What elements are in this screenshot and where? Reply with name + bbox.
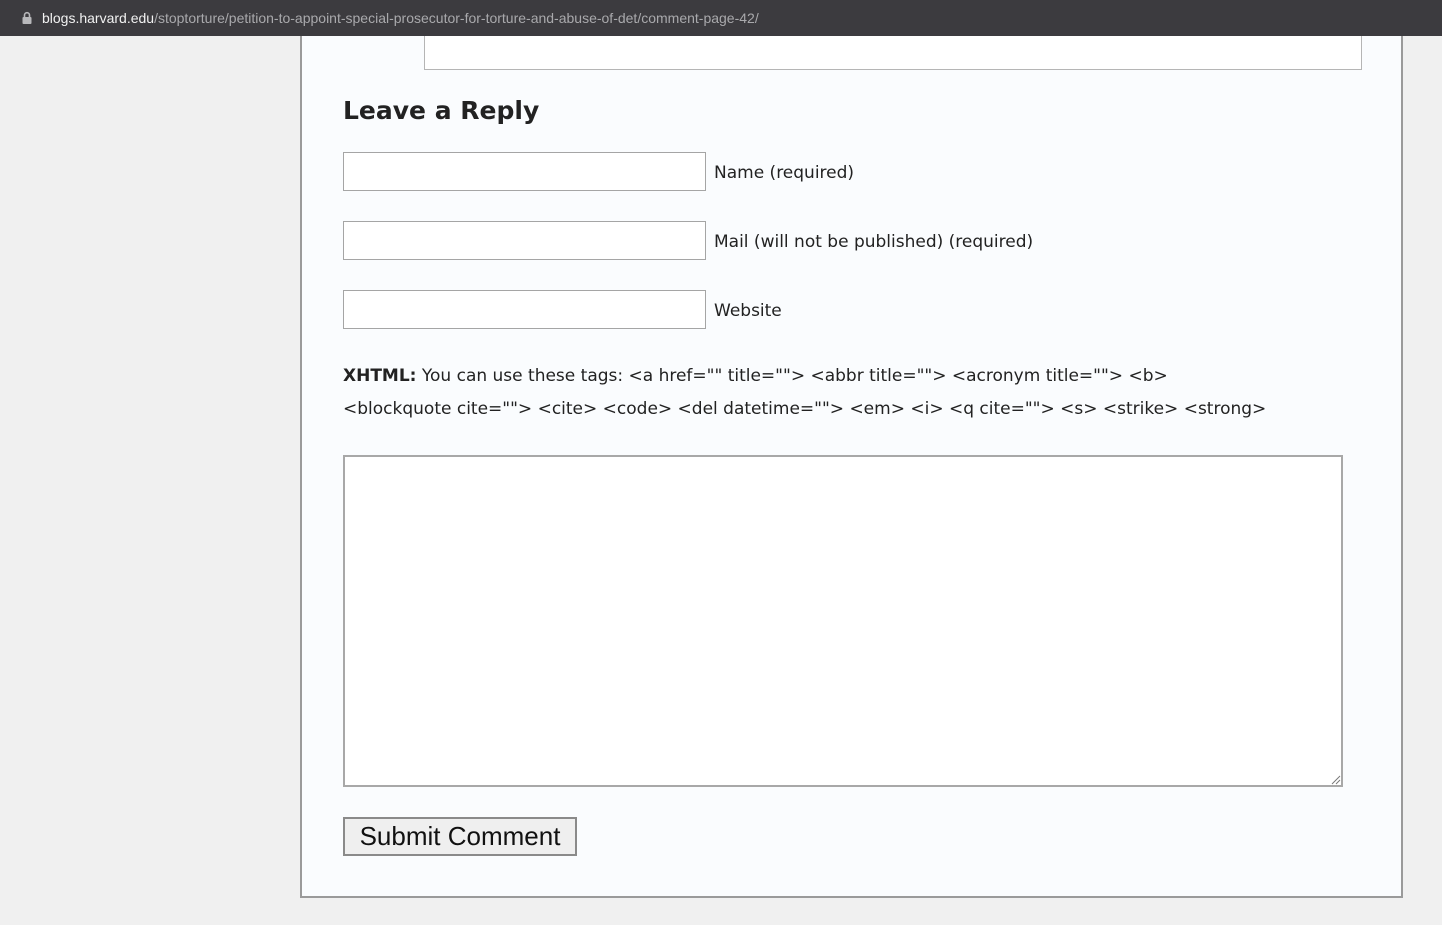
content-panel: Leave a Reply Name (required) Mail (will… (300, 36, 1403, 898)
url-host: blogs.harvard.edu (42, 10, 155, 26)
name-input[interactable] (343, 152, 706, 191)
lock-icon (22, 11, 32, 24)
url-text[interactable]: blogs.harvard.edu/stoptorture/petition-t… (42, 9, 759, 27)
comment-textarea[interactable] (343, 455, 1343, 787)
previous-comment-box (424, 36, 1362, 70)
reply-heading: Leave a Reply (343, 96, 540, 125)
website-input[interactable] (343, 290, 706, 329)
website-label: Website (714, 301, 782, 321)
url-path: /stoptorture/petition-to-appoint-special… (154, 10, 759, 26)
mail-label: Mail (will not be published) (required) (714, 232, 1034, 252)
address-bar[interactable]: blogs.harvard.edu/stoptorture/petition-t… (0, 0, 1442, 36)
tags-line-2: <blockquote cite=""> <cite> <code> <del … (343, 399, 1267, 419)
mail-input[interactable] (343, 221, 706, 260)
tags-line-1: You can use these tags: <a href="" title… (416, 366, 1168, 386)
submit-comment-button[interactable]: Submit Comment (343, 817, 577, 856)
name-label: Name (required) (714, 163, 855, 183)
xhtml-label: XHTML: (343, 366, 417, 386)
allowed-tags-text: XHTML: You can use these tags: <a href="… (343, 360, 1353, 426)
resize-grip-icon[interactable] (1331, 775, 1341, 785)
